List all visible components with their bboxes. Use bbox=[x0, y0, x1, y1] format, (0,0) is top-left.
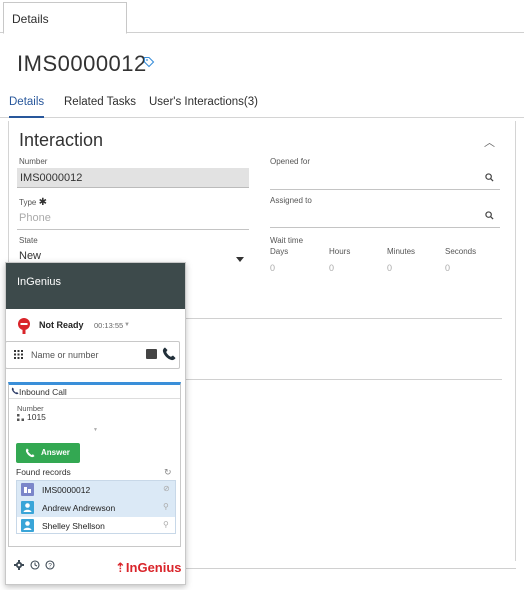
tab-details[interactable]: Details bbox=[9, 96, 45, 118]
wait-days-value[interactable]: 0 bbox=[270, 263, 275, 273]
gear-icon[interactable] bbox=[14, 560, 24, 570]
found-record-label: Andrew Andrewson bbox=[42, 503, 116, 513]
wait-days-label: Days bbox=[270, 247, 289, 256]
user-icon bbox=[21, 501, 34, 514]
inbound-call-header: Inbound Call bbox=[9, 385, 180, 399]
required-icon: ✱ bbox=[38, 197, 47, 208]
state-label: State bbox=[19, 236, 38, 245]
dial-input[interactable]: Name or number bbox=[31, 350, 99, 360]
record-title: IMS0000012 bbox=[17, 51, 147, 76]
opened-for-field[interactable] bbox=[270, 189, 500, 190]
search-icon[interactable]: ⚲ bbox=[163, 520, 169, 529]
wait-hours-label: Hours bbox=[329, 247, 351, 256]
call-chevron-icon[interactable]: ▼ bbox=[93, 427, 98, 433]
phone-icon[interactable] bbox=[161, 346, 177, 362]
wait-minutes-label: Minutes bbox=[387, 247, 416, 256]
tag-icon[interactable] bbox=[143, 56, 155, 68]
found-record-row[interactable]: IMS0000012 ⊘ bbox=[17, 481, 175, 499]
number-label: Number bbox=[19, 157, 48, 166]
answer-phone-icon bbox=[25, 448, 35, 458]
wait-seconds-value[interactable]: 0 bbox=[445, 263, 450, 273]
found-record-label: Shelley Shellson bbox=[42, 521, 105, 531]
answer-button[interactable]: Answer bbox=[16, 443, 80, 463]
keypad-icon[interactable] bbox=[146, 349, 157, 359]
dialpad-grid-icon[interactable] bbox=[14, 350, 23, 359]
record-tabs: Details Related Tasks User's Interaction… bbox=[0, 96, 524, 118]
tab-details-top[interactable]: Details bbox=[3, 2, 127, 34]
agent-status[interactable]: Not Ready 00:13:55 ▼ bbox=[6, 309, 185, 342]
number-value: IMS0000012 bbox=[20, 172, 83, 184]
divider bbox=[186, 568, 516, 569]
chevron-down-icon[interactable] bbox=[236, 257, 244, 262]
ingenius-logo: ⇡InGenius bbox=[115, 560, 182, 575]
top-tab-bar: Details bbox=[0, 0, 524, 34]
found-record-label: IMS0000012 bbox=[42, 485, 91, 495]
type-underline bbox=[17, 229, 249, 230]
not-ready-icon bbox=[18, 318, 30, 334]
chevron-up-icon[interactable]: ︿ bbox=[484, 134, 495, 150]
tab-users-interactions[interactable]: User's Interactions(3) bbox=[149, 96, 258, 118]
svg-text:?: ? bbox=[48, 563, 52, 570]
inbound-call-title: Inbound Call bbox=[19, 387, 67, 397]
link-icon[interactable]: ⊘ bbox=[163, 484, 170, 493]
ingenius-header: InGenius bbox=[6, 263, 185, 309]
tab-details-top-label: Details bbox=[12, 12, 49, 26]
status-text: Not Ready bbox=[39, 320, 84, 330]
status-timer: 00:13:55 bbox=[94, 321, 124, 330]
type-field[interactable]: Phone bbox=[19, 212, 51, 224]
wait-hours-value[interactable]: 0 bbox=[329, 263, 334, 273]
search-icon[interactable] bbox=[485, 173, 494, 182]
ingenius-footer: ? ⇡InGenius bbox=[5, 550, 186, 585]
wait-minutes-value[interactable]: 0 bbox=[387, 263, 392, 273]
found-records-label: Found records bbox=[16, 467, 71, 477]
answer-label: Answer bbox=[41, 448, 70, 457]
wait-time-label: Wait time bbox=[270, 236, 304, 245]
inbound-call-card: Inbound Call Number 1015 ▼ Answer Found … bbox=[8, 382, 181, 547]
opened-for-label: Opened for bbox=[270, 157, 311, 166]
refresh-icon[interactable]: ↻ bbox=[164, 467, 172, 478]
dial-box: Name or number bbox=[5, 341, 180, 369]
found-record-row[interactable]: Shelley Shellson ⚲ bbox=[17, 517, 175, 535]
assigned-to-label: Assigned to bbox=[270, 196, 312, 205]
record-icon bbox=[21, 483, 34, 496]
assigned-to-field[interactable] bbox=[270, 227, 500, 228]
divider bbox=[180, 318, 502, 319]
wait-seconds-label: Seconds bbox=[445, 247, 477, 256]
section-title: Interaction bbox=[19, 130, 104, 150]
divider bbox=[180, 379, 502, 380]
history-icon[interactable] bbox=[30, 560, 40, 570]
search-icon[interactable]: ⚲ bbox=[163, 502, 169, 511]
user-icon bbox=[21, 519, 34, 532]
incoming-call-icon bbox=[11, 387, 19, 395]
search-icon[interactable] bbox=[485, 211, 494, 220]
hierarchy-icon bbox=[17, 414, 24, 421]
help-icon[interactable]: ? bbox=[45, 560, 55, 570]
call-number-value: 1015 bbox=[27, 412, 46, 422]
tab-related-tasks[interactable]: Related Tasks bbox=[64, 96, 136, 118]
type-label: Type ✱ bbox=[19, 197, 47, 208]
state-value[interactable]: New bbox=[19, 250, 41, 262]
number-field: IMS0000012 bbox=[17, 168, 249, 188]
status-chevron-icon[interactable]: ▼ bbox=[124, 322, 130, 328]
found-records-list: IMS0000012 ⊘ Andrew Andrewson ⚲ Shelley … bbox=[16, 480, 176, 534]
found-record-row[interactable]: Andrew Andrewson ⚲ bbox=[17, 499, 175, 517]
